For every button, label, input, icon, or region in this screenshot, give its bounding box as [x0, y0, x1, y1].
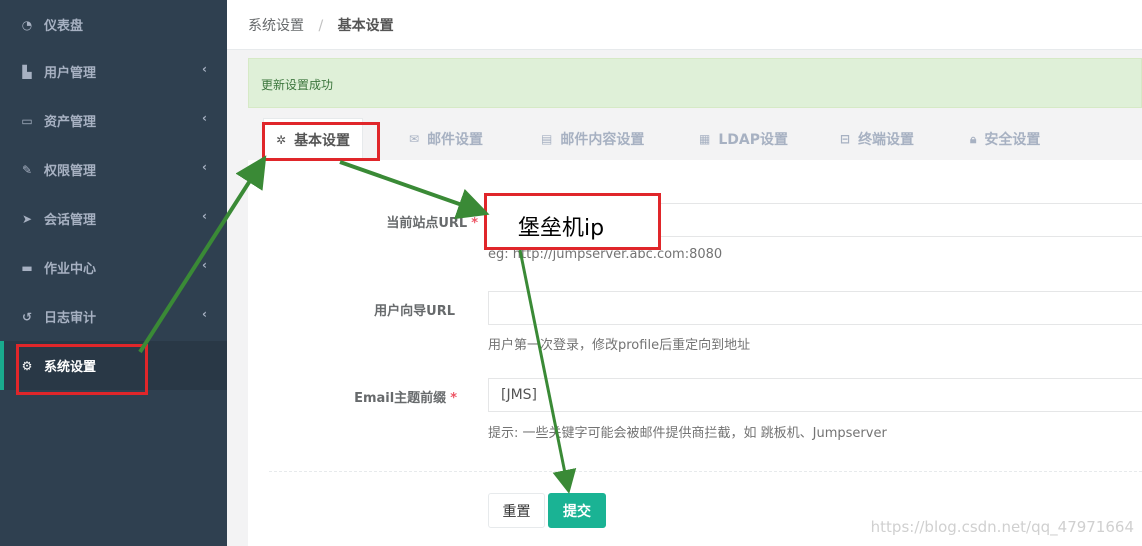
watermark: https://blog.csdn.net/qq_47971664: [870, 518, 1134, 536]
arrow-settings-to-tab: [138, 155, 267, 354]
annotation-arrows: [138, 155, 577, 494]
arrow-callout-to-submit: [518, 249, 577, 494]
arrow-tab-to-callout: [339, 160, 490, 220]
